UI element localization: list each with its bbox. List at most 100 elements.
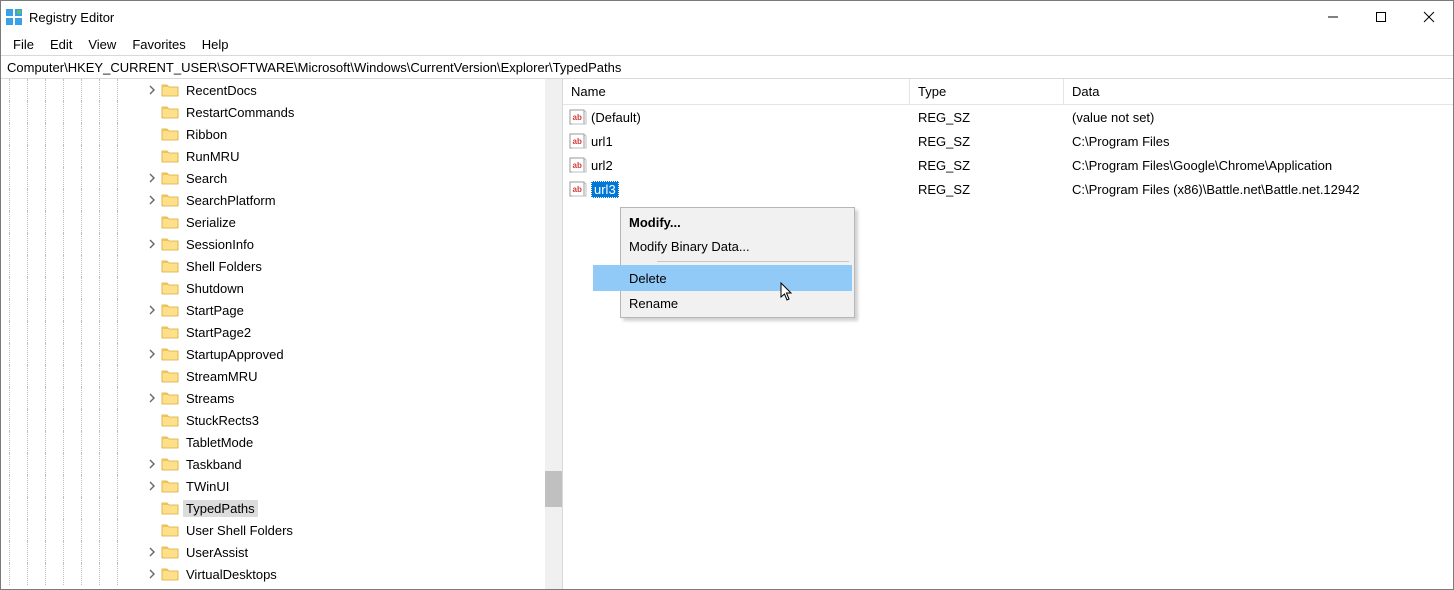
- chevron-right-icon[interactable]: [145, 567, 159, 581]
- value-data: C:\Program Files\Google\Chrome\Applicati…: [1064, 158, 1453, 173]
- tree-item-label: StartupApproved: [183, 346, 287, 363]
- chevron-right-icon[interactable]: [145, 83, 159, 97]
- menu-help[interactable]: Help: [194, 35, 237, 54]
- folder-icon: [161, 302, 179, 318]
- minimize-button[interactable]: [1309, 1, 1357, 33]
- folder-icon: [161, 192, 179, 208]
- tree-item-shutdown[interactable]: Shutdown: [1, 277, 545, 299]
- column-header-name[interactable]: Name: [563, 79, 910, 104]
- tree-item-label: StartPage: [183, 302, 247, 319]
- tree-item-streammru[interactable]: StreamMRU: [1, 365, 545, 387]
- tree-item-userassist[interactable]: UserAssist: [1, 541, 545, 563]
- menu-file[interactable]: File: [5, 35, 42, 54]
- context-menu-rename[interactable]: Rename: [593, 291, 852, 315]
- context-menu-modify-binary[interactable]: Modify Binary Data...: [593, 234, 852, 258]
- tree-item-typedpaths[interactable]: TypedPaths: [1, 497, 545, 519]
- menu-edit[interactable]: Edit: [42, 35, 80, 54]
- chevron-right-icon[interactable]: [145, 303, 159, 317]
- tree-item-label: Taskband: [183, 456, 245, 473]
- chevron-right-icon[interactable]: [145, 391, 159, 405]
- chevron-right-icon[interactable]: [145, 479, 159, 493]
- chevron-right-icon[interactable]: [145, 457, 159, 471]
- tree-item-search[interactable]: Search: [1, 167, 545, 189]
- svg-text:ab: ab: [573, 113, 582, 122]
- folder-icon: [161, 500, 179, 516]
- context-menu-separator: [657, 261, 849, 262]
- tree-item-startupapproved[interactable]: StartupApproved: [1, 343, 545, 365]
- chevron-right-icon[interactable]: [145, 171, 159, 185]
- value-type: REG_SZ: [910, 182, 1064, 197]
- tree-item-stuckrects3[interactable]: StuckRects3: [1, 409, 545, 431]
- context-menu-delete[interactable]: Delete: [593, 265, 852, 291]
- string-value-icon: ab: [569, 108, 587, 126]
- tree-item-label: Shutdown: [183, 280, 247, 297]
- tree-item-ribbon[interactable]: Ribbon: [1, 123, 545, 145]
- menu-favorites[interactable]: Favorites: [124, 35, 193, 54]
- tree-item-startpage[interactable]: StartPage: [1, 299, 545, 321]
- folder-icon: [161, 478, 179, 494]
- value-data: C:\Program Files (x86)\Battle.net\Battle…: [1064, 182, 1453, 197]
- context-menu-modify[interactable]: Modify...: [593, 210, 852, 234]
- tree-item-tabletmode[interactable]: TabletMode: [1, 431, 545, 453]
- value-name: url3: [591, 181, 619, 198]
- window-title: Registry Editor: [29, 10, 114, 25]
- scrollbar-thumb[interactable]: [545, 471, 562, 507]
- tree-item-startpage2[interactable]: StartPage2: [1, 321, 545, 343]
- value-row[interactable]: ab (Default) REG_SZ(value not set): [563, 105, 1453, 129]
- tree-scrollbar[interactable]: [545, 79, 562, 589]
- tree-item-label: RecentDocs: [183, 82, 260, 99]
- tree-item-virtualdesktops[interactable]: VirtualDesktops: [1, 563, 545, 585]
- tree-item-label: Streams: [183, 390, 237, 407]
- value-row[interactable]: aburl2REG_SZC:\Program Files\Google\Chro…: [563, 153, 1453, 177]
- expander-empty: [145, 281, 159, 295]
- tree-item-twinui[interactable]: TWinUI: [1, 475, 545, 497]
- folder-icon: [161, 280, 179, 296]
- chevron-right-icon[interactable]: [145, 347, 159, 361]
- svg-text:ab: ab: [573, 161, 582, 170]
- value-name: (Default): [591, 110, 641, 125]
- tree-item-label: TypedPaths: [183, 500, 258, 517]
- folder-icon: [161, 566, 179, 582]
- string-value-icon: ab: [569, 156, 587, 174]
- expander-empty: [145, 149, 159, 163]
- chevron-right-icon[interactable]: [145, 193, 159, 207]
- tree-item-shell-folders[interactable]: Shell Folders: [1, 255, 545, 277]
- tree-item-label: RestartCommands: [183, 104, 297, 121]
- tree-item-sessioninfo[interactable]: SessionInfo: [1, 233, 545, 255]
- folder-icon: [161, 214, 179, 230]
- folder-icon: [161, 148, 179, 164]
- chevron-right-icon[interactable]: [145, 545, 159, 559]
- values-pane: Name Type Data ab(Default)REG_SZ(value n…: [563, 79, 1453, 589]
- column-header-type[interactable]: Type: [910, 79, 1064, 104]
- maximize-button[interactable]: [1357, 1, 1405, 33]
- folder-icon: [161, 82, 179, 98]
- tree-item-user-shell-folders[interactable]: User Shell Folders: [1, 519, 545, 541]
- value-data: (value not set): [1064, 110, 1453, 125]
- tree-item-restartcommands[interactable]: RestartCommands: [1, 101, 545, 123]
- tree-item-label: VirtualDesktops: [183, 566, 280, 583]
- tree-item-label: UserAssist: [183, 544, 251, 561]
- value-row[interactable]: ab url3 REG_SZC:\Program Files (x86)\Battl…: [563, 177, 1453, 201]
- address-bar[interactable]: Computer\HKEY_CURRENT_USER\SOFTWARE\Micr…: [1, 55, 1453, 79]
- value-row[interactable]: aburl1REG_SZC:\Program Files: [563, 129, 1453, 153]
- tree-item-recentdocs[interactable]: RecentDocs: [1, 79, 545, 101]
- tree-item-serialize[interactable]: Serialize: [1, 211, 545, 233]
- expander-empty: [145, 259, 159, 273]
- menu-view[interactable]: View: [80, 35, 124, 54]
- column-header-data[interactable]: Data: [1064, 79, 1453, 104]
- expander-empty: [145, 435, 159, 449]
- tree-item-label: Ribbon: [183, 126, 230, 143]
- folder-icon: [161, 390, 179, 406]
- value-type: REG_SZ: [910, 110, 1064, 125]
- tree-pane: RecentDocsRestartCommandsRibbonRunMRUSea…: [1, 79, 563, 589]
- folder-icon: [161, 434, 179, 450]
- tree-item-searchplatform[interactable]: SearchPlatform: [1, 189, 545, 211]
- tree-item-streams[interactable]: Streams: [1, 387, 545, 409]
- expander-empty: [145, 325, 159, 339]
- registry-editor-window: Registry Editor File Edit View Favorites…: [0, 0, 1454, 590]
- tree-item-runmru[interactable]: RunMRU: [1, 145, 545, 167]
- close-button[interactable]: [1405, 1, 1453, 33]
- chevron-right-icon[interactable]: [145, 237, 159, 251]
- svg-text:ab: ab: [573, 185, 582, 194]
- tree-item-taskband[interactable]: Taskband: [1, 453, 545, 475]
